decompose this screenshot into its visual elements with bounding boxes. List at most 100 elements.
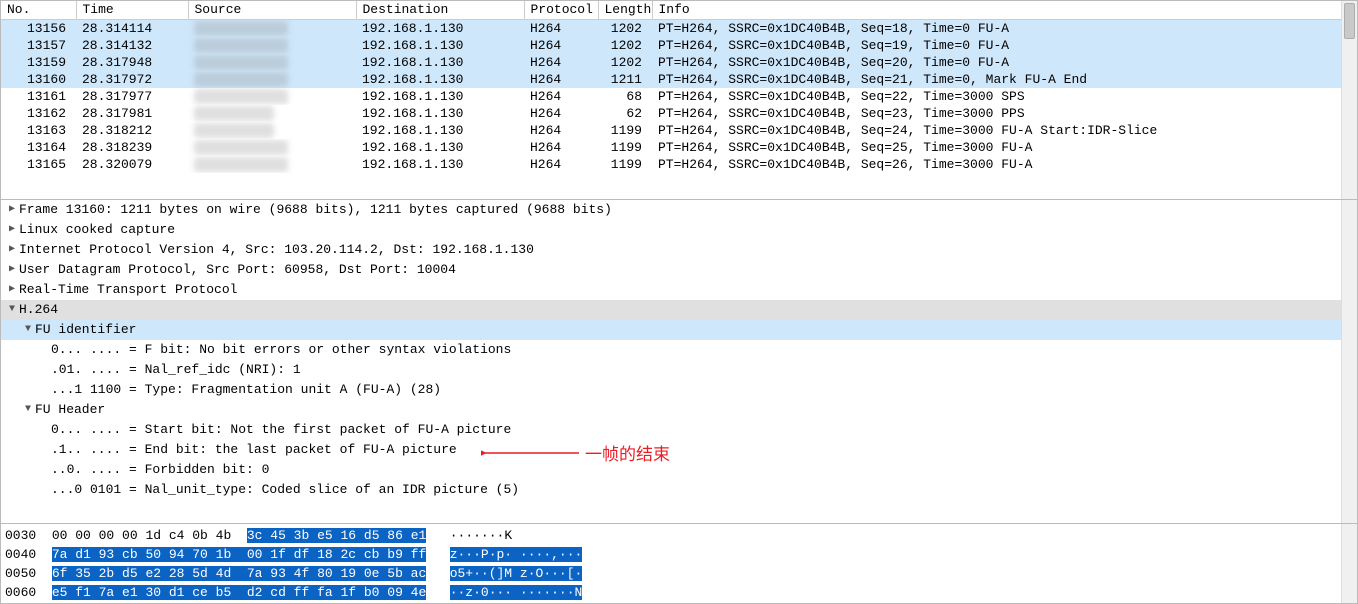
tree-row[interactable]: ▼H.264 <box>1 300 1357 320</box>
cell-protocol: H264 <box>524 88 598 105</box>
hex-offset: 0050 <box>5 566 36 581</box>
cell-destination: 192.168.1.130 <box>356 71 524 88</box>
cell-length: 68 <box>598 88 652 105</box>
cell-info: PT=H264, SSRC=0x1DC40B4B, Seq=21, Time=0… <box>652 71 1357 88</box>
cell-length: 1202 <box>598 20 652 38</box>
hex-asc-sel: ··z·0··· ·······N <box>450 585 583 600</box>
tree-label: 0... .... = Start bit: Not the first pac… <box>51 421 511 439</box>
cell-length: 1199 <box>598 122 652 139</box>
col-header-protocol[interactable]: Protocol <box>524 1 598 20</box>
cell-destination: 192.168.1.130 <box>356 122 524 139</box>
tree-label: ..0. .... = Forbidden bit: 0 <box>51 461 269 479</box>
col-header-no[interactable]: No. <box>1 1 76 20</box>
tree-label: ...0 0101 = Nal_unit_type: Coded slice o… <box>51 481 519 499</box>
cell-time: 28.320079 <box>76 156 188 173</box>
tree-row[interactable]: ·.1.. .... = End bit: the last packet of… <box>1 440 1357 460</box>
packet-row[interactable]: 1316528.320079000.00.000.0192.168.1.130H… <box>1 156 1357 173</box>
cell-protocol: H264 <box>524 54 598 71</box>
tree-row[interactable]: ·...0 0101 = Nal_unit_type: Coded slice … <box>1 480 1357 500</box>
tree-row[interactable]: ·..0. .... = Forbidden bit: 0 <box>1 460 1357 480</box>
col-header-source[interactable]: Source <box>188 1 356 20</box>
expand-caret-icon[interactable]: ▶ <box>5 201 19 219</box>
cell-time: 28.317981 <box>76 105 188 122</box>
cell-protocol: H264 <box>524 105 598 122</box>
hex-bytes-sel: 7a d1 93 cb 50 94 70 1b 00 1f df 18 2c c… <box>52 547 426 562</box>
tree-label: Frame 13160: 1211 bytes on wire (9688 bi… <box>19 201 612 219</box>
tree-row[interactable]: ▶Linux cooked capture <box>1 220 1357 240</box>
tree-row[interactable]: ▶Frame 13160: 1211 bytes on wire (9688 b… <box>1 200 1357 220</box>
cell-info: PT=H264, SSRC=0x1DC40B4B, Seq=18, Time=0… <box>652 20 1357 38</box>
tree-row[interactable]: ▼FU Header <box>1 400 1357 420</box>
cell-info: PT=H264, SSRC=0x1DC40B4B, Seq=25, Time=3… <box>652 139 1357 156</box>
hex-line[interactable]: 0030 00 00 00 00 1d c4 0b 4b 3c 45 3b e5… <box>5 526 1353 545</box>
col-header-length[interactable]: Length <box>598 1 652 20</box>
tree-row[interactable]: ·0... .... = F bit: No bit errors or oth… <box>1 340 1357 360</box>
hex-offset: 0030 <box>5 528 36 543</box>
packet-row[interactable]: 1316028.317972000.00.000.0192.168.1.130H… <box>1 71 1357 88</box>
packet-row[interactable]: 1316328.3182121192.168.1.130H2641199PT=H… <box>1 122 1357 139</box>
cell-source: 000.00.000.0 <box>188 139 356 156</box>
tree-label: 0... .... = F bit: No bit errors or othe… <box>51 341 511 359</box>
cell-info: PT=H264, SSRC=0x1DC40B4B, Seq=24, Time=3… <box>652 122 1357 139</box>
cell-source: 1 <box>188 122 356 139</box>
packet-row[interactable]: 1315628.314114000.00.000.0192.168.1.130H… <box>1 20 1357 38</box>
tree-label: Internet Protocol Version 4, Src: 103.20… <box>19 241 534 259</box>
collapse-caret-icon[interactable]: ▼ <box>21 321 35 339</box>
cell-destination: 192.168.1.130 <box>356 37 524 54</box>
cell-no: 13165 <box>1 156 76 173</box>
cell-time: 28.317972 <box>76 71 188 88</box>
packet-row[interactable]: 1315728.314132000.00.000.0192.168.1.130H… <box>1 37 1357 54</box>
col-header-time[interactable]: Time <box>76 1 188 20</box>
packet-details-scrollbar[interactable] <box>1341 200 1357 523</box>
hex-bytes-pre: 00 00 00 00 1d c4 0b 4b <box>52 528 247 543</box>
cell-no: 13162 <box>1 105 76 122</box>
cell-length: 62 <box>598 105 652 122</box>
packet-list-scrollbar[interactable] <box>1341 1 1357 199</box>
hex-line[interactable]: 0060 e5 f1 7a e1 30 d1 ce b5 d2 cd ff fa… <box>5 583 1353 602</box>
expand-caret-icon[interactable]: ▶ <box>5 241 19 259</box>
tree-row[interactable]: ·0... .... = Start bit: Not the first pa… <box>1 420 1357 440</box>
expand-caret-icon[interactable]: ▶ <box>5 281 19 299</box>
tree-row[interactable]: ▶User Datagram Protocol, Src Port: 60958… <box>1 260 1357 280</box>
tree-label: .01. .... = Nal_ref_idc (NRI): 1 <box>51 361 301 379</box>
tree-label: FU Header <box>35 401 105 419</box>
tree-row[interactable]: ·.01. .... = Nal_ref_idc (NRI): 1 <box>1 360 1357 380</box>
packet-details-pane: ▶Frame 13160: 1211 bytes on wire (9688 b… <box>0 200 1358 524</box>
cell-time: 28.318239 <box>76 139 188 156</box>
packet-list-pane: No. Time Source Destination Protocol Len… <box>0 0 1358 200</box>
tree-row[interactable]: ·...1 1100 = Type: Fragmentation unit A … <box>1 380 1357 400</box>
packet-bytes-scrollbar[interactable] <box>1341 524 1357 603</box>
hex-line[interactable]: 0050 6f 35 2b d5 e2 28 5d 4d 7a 93 4f 80… <box>5 564 1353 583</box>
hex-line[interactable]: 0040 7a d1 93 cb 50 94 70 1b 00 1f df 18… <box>5 545 1353 564</box>
cell-protocol: H264 <box>524 122 598 139</box>
cell-length: 1211 <box>598 71 652 88</box>
expand-caret-icon[interactable]: ▶ <box>5 221 19 239</box>
packet-table-header-row[interactable]: No. Time Source Destination Protocol Len… <box>1 1 1357 20</box>
tree-row[interactable]: ▼FU identifier <box>1 320 1357 340</box>
hex-bytes-sel: e5 f1 7a e1 30 d1 ce b5 d2 cd ff fa 1f b… <box>52 585 426 600</box>
col-header-destination[interactable]: Destination <box>356 1 524 20</box>
hex-asc-pre: ·······K <box>450 528 520 543</box>
tree-row[interactable]: ▶Internet Protocol Version 4, Src: 103.2… <box>1 240 1357 260</box>
tree-label: User Datagram Protocol, Src Port: 60958,… <box>19 261 456 279</box>
cell-no: 13163 <box>1 122 76 139</box>
hex-asc-sel: o5+··(]M z·O···[· <box>450 566 583 581</box>
packet-row[interactable]: 1316128.317977000.00.000.0192.168.1.130H… <box>1 88 1357 105</box>
tree-label: Linux cooked capture <box>19 221 175 239</box>
tree-row[interactable]: ▶Real-Time Transport Protocol <box>1 280 1357 300</box>
packet-row[interactable]: 1315928.317948000.00.000.0192.168.1.130H… <box>1 54 1357 71</box>
collapse-caret-icon[interactable]: ▼ <box>5 301 19 319</box>
scrollbar-thumb[interactable] <box>1344 3 1355 39</box>
cell-info: PT=H264, SSRC=0x1DC40B4B, Seq=20, Time=0… <box>652 54 1357 71</box>
cell-protocol: H264 <box>524 156 598 173</box>
collapse-caret-icon[interactable]: ▼ <box>21 401 35 419</box>
col-header-info[interactable]: Info <box>652 1 1357 20</box>
packet-row[interactable]: 1316428.318239000.00.000.0192.168.1.130H… <box>1 139 1357 156</box>
packet-table: No. Time Source Destination Protocol Len… <box>1 1 1357 173</box>
expand-caret-icon[interactable]: ▶ <box>5 261 19 279</box>
cell-source: 000.00.000.0 <box>188 20 356 38</box>
cell-no: 13156 <box>1 20 76 38</box>
packet-row[interactable]: 1316228.3179811192.168.1.130H26462PT=H26… <box>1 105 1357 122</box>
cell-source: 000.00.000.0 <box>188 54 356 71</box>
cell-time: 28.314114 <box>76 20 188 38</box>
